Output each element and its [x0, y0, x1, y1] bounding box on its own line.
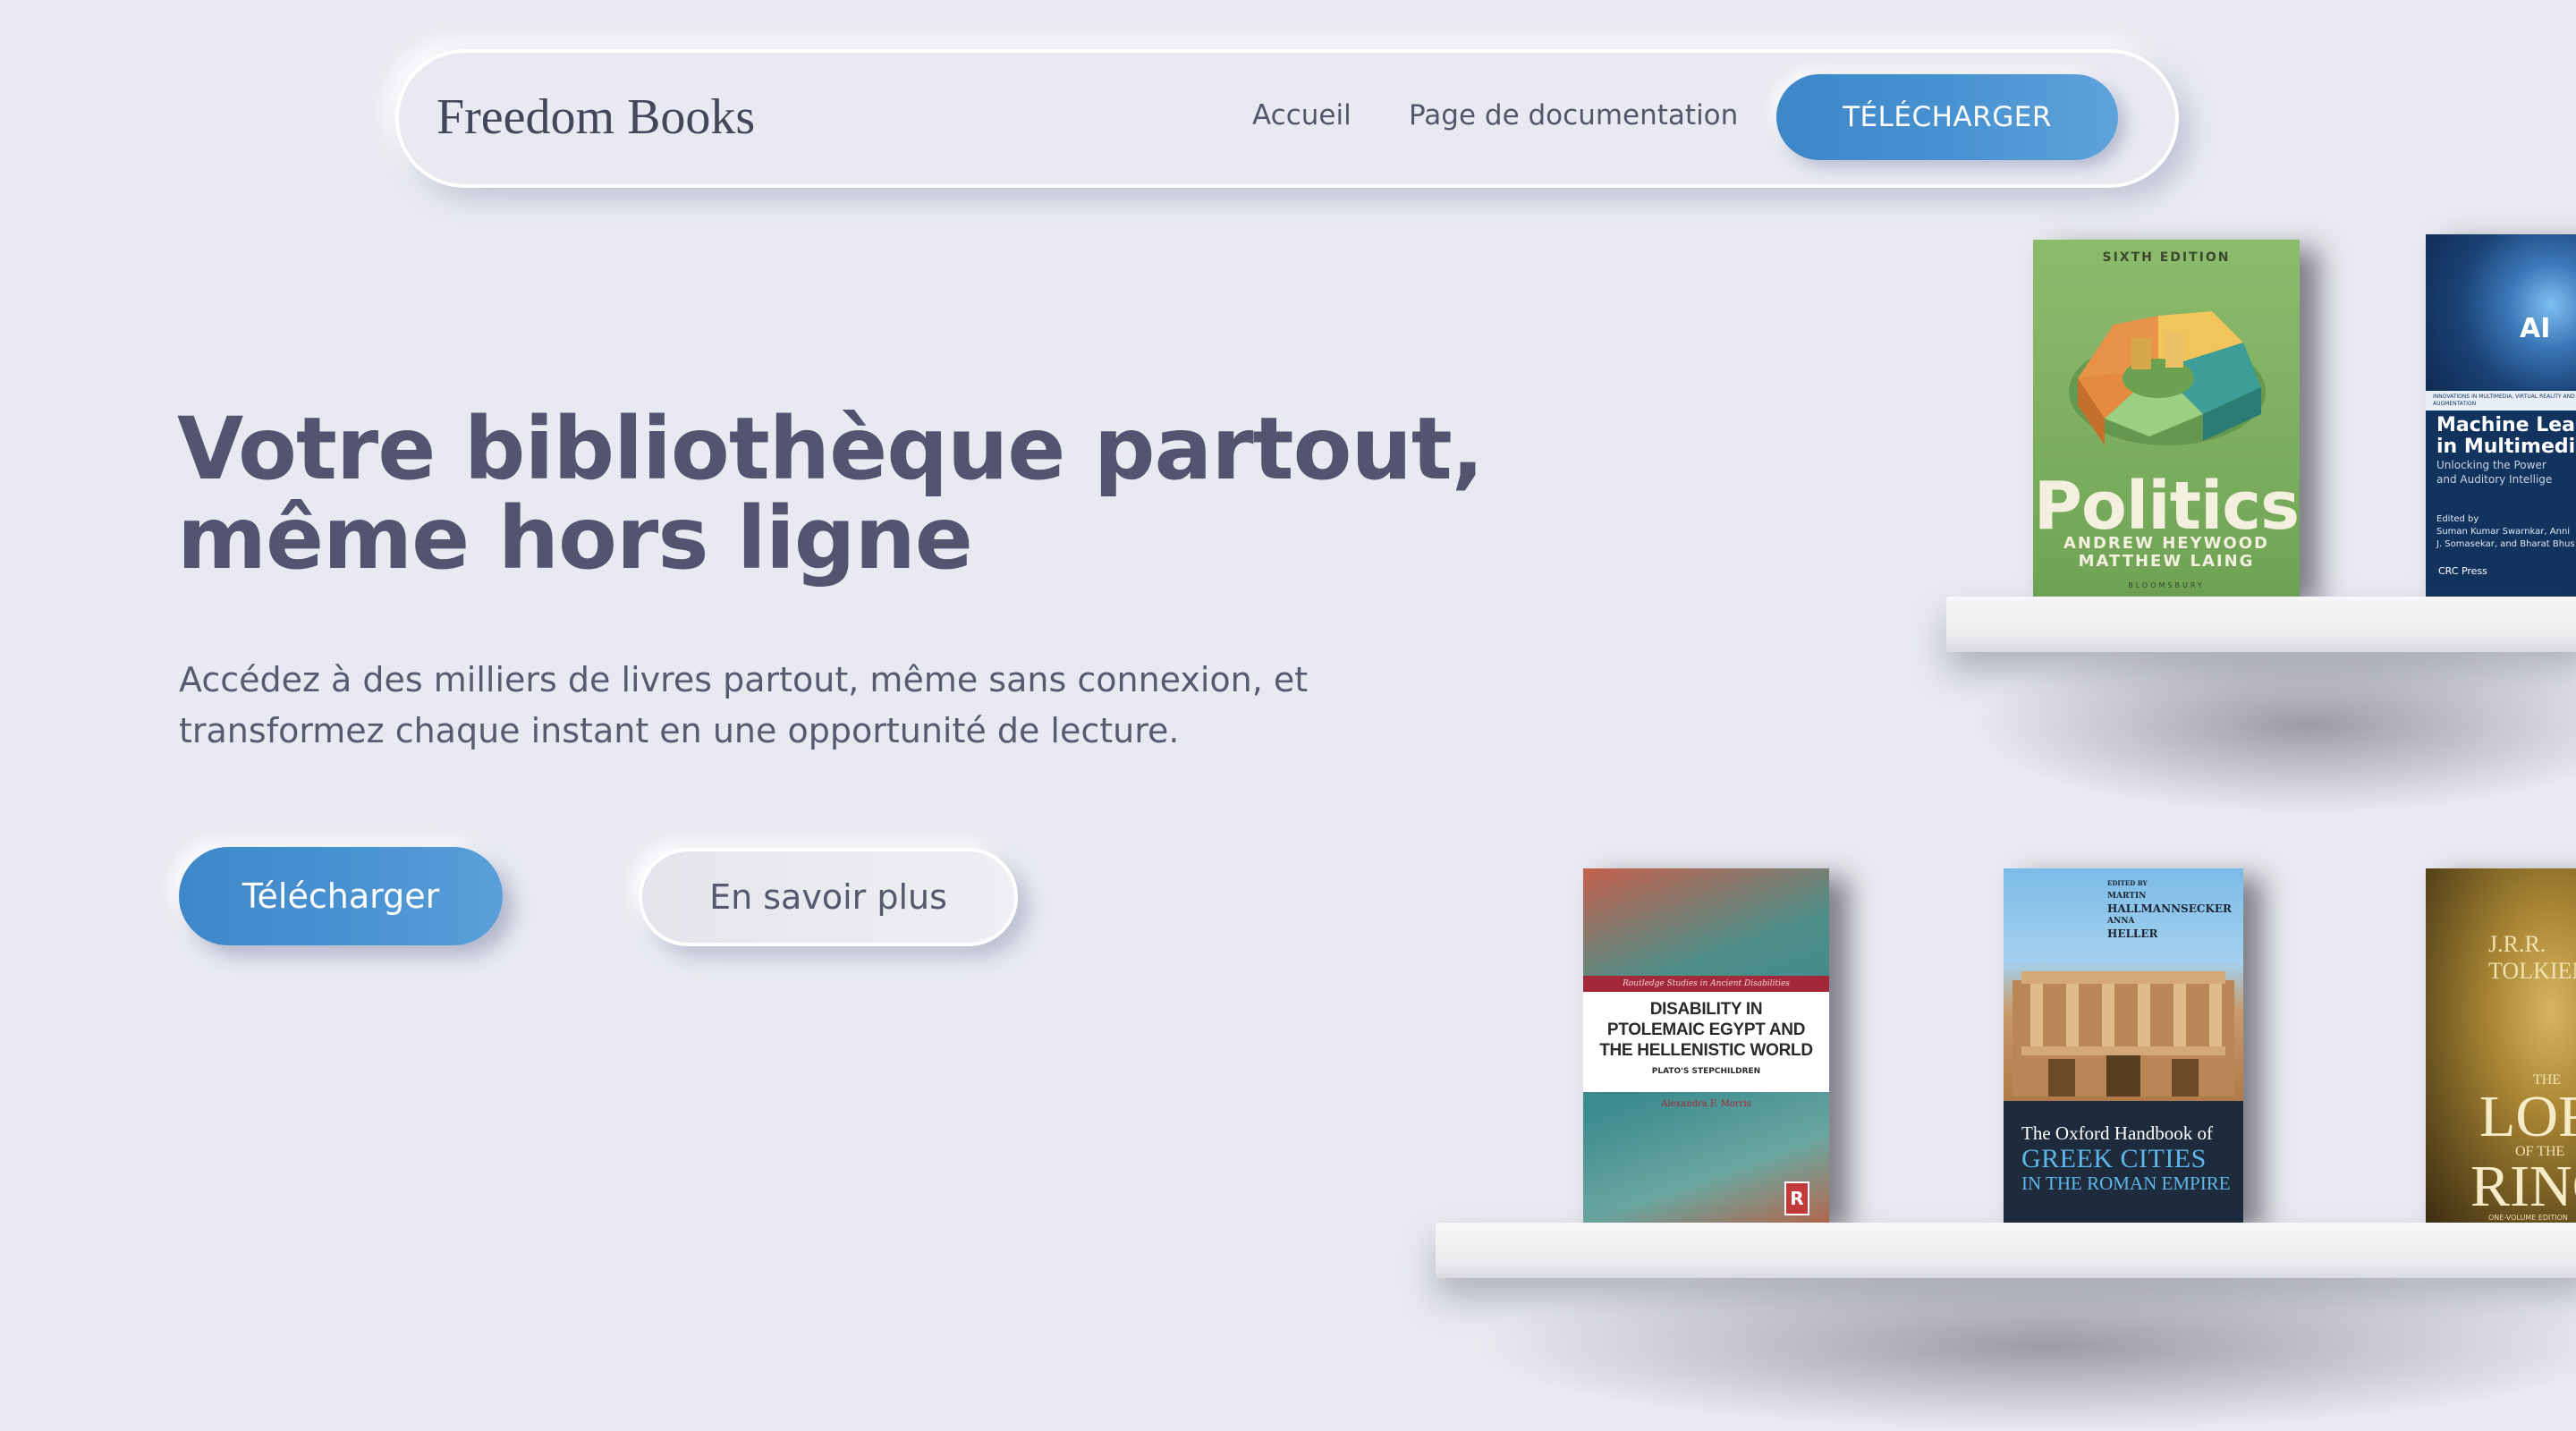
book-editors-line: ANNA [2107, 917, 2135, 926]
book-title-line: The Oxford Handbook of [2021, 1122, 2214, 1144]
shelf-top [1946, 597, 2576, 652]
book-title-line: DISABILITY IN [1649, 1000, 1763, 1019]
book-cover-disability[interactable]: Routledge Studies in Ancient Disabilitie… [1583, 868, 1829, 1223]
book-editors: EDITED BY MARTIN HALLMANNSECKER ANNA HEL… [2107, 877, 2232, 940]
book-series: Routledge Studies in Ancient Disabilitie… [1583, 976, 1829, 992]
navbar: Freedom Books Accueil Page de documentat… [395, 49, 2179, 188]
book-title: DISABILITY IN PTOLEMAIC EGYPT AND THE HE… [1583, 999, 1829, 1061]
book-editors-line: MARTIN [2107, 892, 2147, 901]
hero-title-line-1: Votre bibliothèque partout, [177, 399, 1484, 499]
book-author: J.R.R. TOLKIEN [2488, 931, 2576, 985]
book-title: Machine Lear in Multimedia [2436, 415, 2576, 458]
book-subtitle-line: and Auditory Intellige [2436, 473, 2553, 486]
shelf-bottom-shadow [1467, 1261, 2576, 1431]
hero-subtitle: Accédez à des milliers de livres partout… [179, 655, 1342, 757]
temple-facade-icon [2012, 971, 2234, 1097]
routledge-logo-icon: R [1784, 1181, 1809, 1215]
ai-hand-illustration [2426, 234, 2576, 391]
book-badge: AI [2520, 313, 2551, 344]
book-editors-line: HELLER [2107, 927, 2158, 940]
book-title-line: PTOLEMAIC EGYPT AND [1606, 1020, 1806, 1039]
book-title-line: GREEK CITIES [2021, 1144, 2207, 1173]
pie-chart-sculpture-icon [2069, 311, 2266, 445]
book-title-line: THE HELLENISTIC WORLD [1599, 1041, 1813, 1060]
learn-more-button[interactable]: En savoir plus [639, 848, 1018, 946]
book-cover-lotr[interactable]: J.R.R. TOLKIEN THE LORD OF THE RINGS ONE… [2426, 868, 2576, 1223]
hero-title-line-2: même hors ligne [177, 488, 973, 588]
book-authors: ANDREW HEYWOOD MATTHEW LAING [2033, 535, 2300, 571]
book-subtitle: Unlocking the Power and Auditory Intelli… [2436, 458, 2552, 487]
book-author-line: J.R.R. [2488, 931, 2546, 957]
book-title-line: Machine Lear [2436, 414, 2576, 436]
book-editors-line: J. Somasekar, and Bharat Bhus [2436, 539, 2575, 549]
brand-logo[interactable]: Freedom Books [436, 89, 755, 146]
book-cover-politics[interactable]: SIXTH EDITION Politics ANDREW HEYWOOD MA… [2033, 240, 2300, 597]
book-editors-line: Edited by [2436, 514, 2479, 524]
book-title-line: IN THE ROMAN EMPIRE [2021, 1173, 2231, 1194]
book-title-word: RINGS [2470, 1154, 2576, 1219]
book-subtitle-line: Unlocking the Power [2436, 459, 2546, 471]
shelf-bottom [1436, 1223, 2576, 1278]
book-subtitle: PLATO'S STEPCHILDREN [1651, 1067, 1761, 1076]
book-editors-line: HALLMANNSECKER [2107, 902, 2232, 915]
book-author: MATTHEW LAING [2078, 552, 2255, 571]
nav-download-button[interactable]: TÉLÉCHARGER [1776, 74, 2118, 160]
book-author-line: TOLKIEN [2488, 958, 2576, 984]
book-title-line: in Multimedia [2436, 436, 2576, 458]
book-author: ANDREW HEYWOOD [2063, 534, 2269, 553]
book-series: INNOVATIONS IN MULTIMEDIA, VIRTUAL REALI… [2426, 391, 2576, 411]
book-edition: ONE-VOLUME EDITION [2488, 1214, 2568, 1222]
hero-subtitle-line-1: Accédez à des milliers de livres partout… [179, 660, 1309, 699]
nav-link-home[interactable]: Accueil [1252, 99, 1352, 131]
book-cover-machine-learning[interactable]: AI INNOVATIONS IN MULTIMEDIA, VIRTUAL RE… [2426, 234, 2576, 597]
book-edition: SIXTH EDITION [2102, 250, 2231, 265]
book-editors-line: EDITED BY [2107, 879, 2148, 887]
book-title-word: LORD [2479, 1084, 2576, 1149]
download-button[interactable]: Télécharger [179, 847, 503, 945]
hero-title: Votre bibliothèque partout, même hors li… [177, 399, 1484, 588]
book-publisher: CRC Press [2438, 565, 2487, 577]
shelf-top-shadow [1968, 635, 2576, 814]
book-editors: Edited by Suman Kumar Swarnkar, Anni J. … [2436, 513, 2575, 551]
hero-subtitle-line-2: transformez chaque instant en une opport… [179, 711, 1180, 750]
book-author: Alexandra F. Morris [1661, 1099, 1751, 1109]
book-editors-line: Suman Kumar Swarnkar, Anni [2436, 527, 2571, 537]
book-publisher: BLOOMSBURY [2128, 581, 2205, 589]
nav-link-documentation[interactable]: Page de documentation [1409, 99, 1738, 131]
book-cover-greek-cities[interactable]: EDITED BY MARTIN HALLMANNSECKER ANNA HEL… [2004, 868, 2243, 1223]
